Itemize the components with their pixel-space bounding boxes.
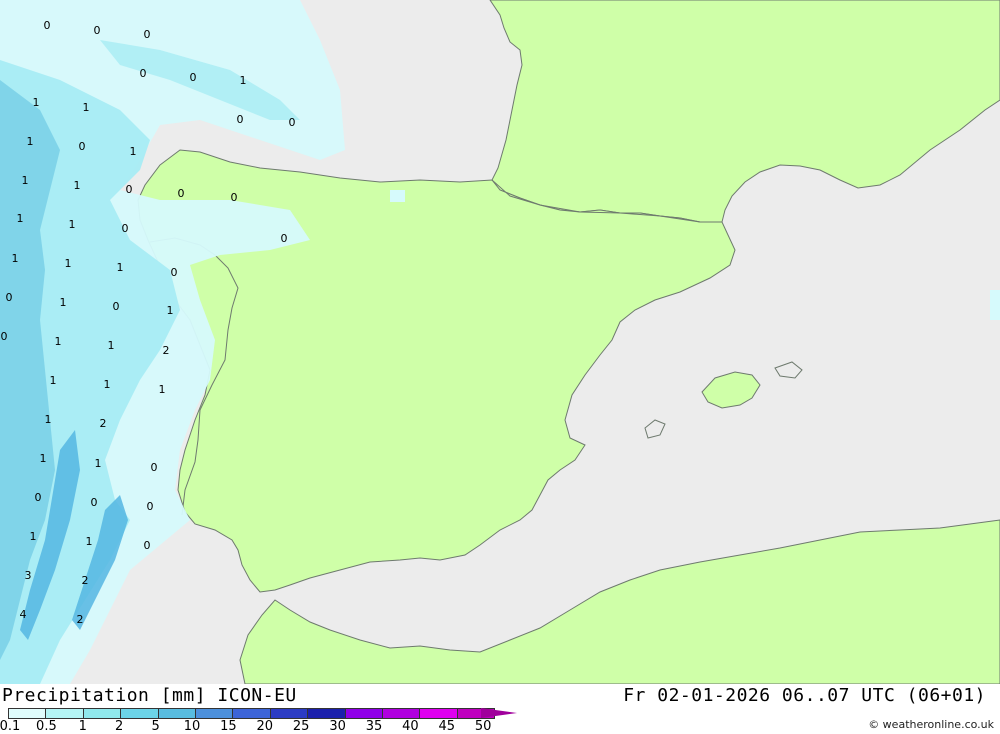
value-label: 1 [45, 413, 52, 426]
value-label: 1 [159, 383, 166, 396]
value-label: 0 [35, 491, 42, 504]
legend-label: 35 [365, 719, 383, 734]
legend-label: 40 [402, 719, 419, 734]
value-label: 1 [69, 218, 76, 231]
value-label: 1 [104, 378, 111, 391]
value-label: 2 [77, 613, 84, 626]
value-label: 1 [108, 339, 115, 352]
value-label: 0 [6, 291, 13, 304]
value-label: 0 [126, 183, 133, 196]
legend-swatch [344, 708, 382, 719]
value-label: 0 [144, 539, 151, 552]
value-label: 4 [20, 608, 27, 621]
legend-swatch [120, 708, 158, 719]
value-label: 0 [140, 67, 147, 80]
forecast-datetime: Fr 02-01-2026 06..07 UTC (06+01) [623, 685, 986, 706]
legend-swatch [269, 708, 308, 719]
precip-patch-france [390, 190, 405, 202]
value-label: 1 [40, 452, 47, 465]
value-label: 1 [74, 179, 81, 192]
value-label: 0 [171, 266, 178, 279]
value-label: 1 [33, 96, 40, 109]
legend-swatch [194, 708, 233, 719]
legend-label: 45 [438, 719, 456, 734]
legend-color-bar [8, 708, 496, 719]
value-label: 3 [25, 569, 32, 582]
value-label: 0 [113, 300, 120, 313]
value-label: 0 [122, 222, 129, 235]
value-label: 1 [27, 135, 34, 148]
value-label: 1 [22, 174, 29, 187]
legend-swatch [419, 708, 457, 719]
value-label: 0 [144, 28, 151, 41]
value-label: 0 [151, 461, 158, 474]
value-label: 1 [240, 74, 247, 87]
value-label: 0 [91, 496, 98, 509]
value-label: 1 [55, 335, 62, 348]
legend-label: 50 [474, 719, 492, 734]
value-label: 1 [60, 296, 67, 309]
value-label: 1 [65, 257, 72, 270]
legend-swatch [307, 708, 345, 719]
value-label: 0 [190, 71, 197, 84]
value-label: 1 [30, 530, 37, 543]
value-label: 1 [130, 145, 137, 158]
value-label: 1 [17, 212, 24, 225]
legend-label: 0.5 [36, 719, 57, 734]
precipitation-map[interactable]: 0 0 0 0 0 1 0 0 1 1 1 0 1 1 1 0 0 0 1 1 … [0, 0, 1000, 684]
legend-label: 20 [256, 719, 274, 734]
legend-swatch [232, 708, 270, 719]
value-label: 1 [83, 101, 90, 114]
value-label: 1 [86, 535, 93, 548]
value-label: 0 [237, 113, 244, 126]
legend-label: 25 [292, 719, 310, 734]
legend-swatch [8, 708, 46, 719]
value-label: 0 [79, 140, 86, 153]
value-label: 0 [147, 500, 154, 513]
value-label: 2 [82, 574, 89, 587]
value-label: 0 [231, 191, 238, 204]
legend-label: 15 [220, 719, 237, 734]
value-label: 0 [281, 232, 288, 245]
legend-swatch [157, 708, 195, 719]
value-label: 0 [94, 24, 101, 37]
map-footer: Precipitation [mm] ICON-EU Fr 02-01-2026… [0, 684, 1000, 734]
value-label: 2 [100, 417, 107, 430]
value-label: 0 [178, 187, 185, 200]
legend-swatch [381, 708, 420, 719]
legend-label: 0.1 [0, 719, 21, 734]
value-label: 0 [289, 116, 296, 129]
legend-labels: 0.1 0.5 1 2 5 10 15 20 25 30 35 40 45 50 [0, 719, 528, 734]
value-label: 2 [163, 344, 170, 357]
legend-label: 10 [183, 719, 201, 734]
precipitation-legend: 0.1 0.5 1 2 5 10 15 20 25 30 35 40 45 50 [0, 708, 528, 734]
value-label: 1 [117, 261, 124, 274]
legend-label: 30 [329, 719, 346, 734]
map-title: Precipitation [mm] ICON-EU [2, 685, 297, 706]
legend-swatch [82, 708, 121, 719]
legend-label: 5 [151, 719, 160, 734]
precip-patch-east [990, 290, 1000, 320]
value-label: 1 [167, 304, 174, 317]
value-label: 1 [50, 374, 57, 387]
legend-arrow [481, 708, 518, 718]
value-label: 1 [12, 252, 19, 265]
legend-swatch [45, 708, 83, 719]
site-credit[interactable]: © weatheronline.co.uk [868, 718, 994, 731]
map-canvas: 0 0 0 0 0 1 0 0 1 1 1 0 1 1 1 0 0 0 1 1 … [0, 0, 1000, 684]
legend-label: 2 [115, 719, 124, 734]
value-label: 0 [1, 330, 8, 343]
legend-label: 1 [78, 719, 87, 734]
value-label: 0 [44, 19, 51, 32]
value-label: 1 [95, 457, 102, 470]
